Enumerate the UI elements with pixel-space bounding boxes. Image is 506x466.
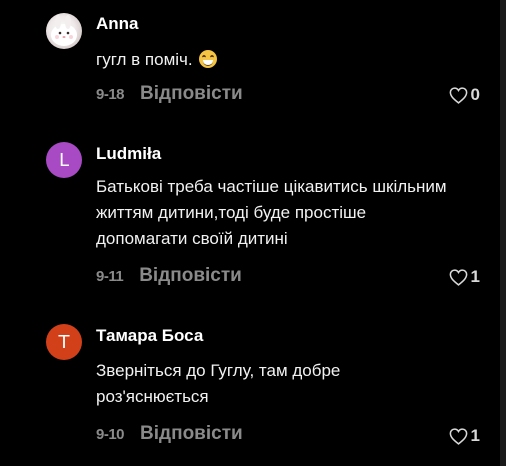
like-button[interactable]: 0 <box>449 85 480 105</box>
comment-text: Зверніться до Гуглу, там добре роз'яснює… <box>96 358 496 410</box>
heart-outline-icon <box>449 86 467 104</box>
comment-author[interactable]: Ludmiła <box>96 144 161 164</box>
reply-button[interactable]: Відповісти <box>139 265 242 287</box>
comment-text-line: роз'яснюється <box>96 387 209 406</box>
comment-date: 9-10 <box>96 425 125 443</box>
comment-item: Т Тамара Боса Зверніться до Гуглу, там д… <box>0 300 500 466</box>
like-count: 1 <box>470 267 480 286</box>
comment-date: 9-11 <box>96 267 124 285</box>
comment-text-line: життям дитини,тоді буде простіше <box>96 203 367 222</box>
like-count: 0 <box>470 85 480 104</box>
comment-text: Батькові треба частіше цікавитись шкільн… <box>96 174 496 252</box>
comment-meta: 9-10 Відповісти <box>96 423 243 445</box>
comment-date: 9-18 <box>96 85 125 103</box>
heart-outline-icon <box>449 427 467 445</box>
comment-text-content: гугл в поміч. <box>96 50 193 69</box>
avatar-letter: Т <box>58 331 70 353</box>
comment-item: L Ludmiła Батькові треба частіше цікавит… <box>0 120 500 300</box>
comment-text-line: Батькові треба частіше цікавитись шкільн… <box>96 177 447 196</box>
comment-author[interactable]: Anna <box>96 14 139 34</box>
comment-text: гугл в поміч. <box>96 47 496 73</box>
comment-text-line: допомагати своїй дитині <box>96 229 288 248</box>
scrollbar[interactable] <box>500 0 506 466</box>
avatar[interactable] <box>46 13 82 49</box>
heart-outline-icon <box>449 268 467 286</box>
grinning-face-emoji-icon <box>199 50 218 68</box>
comment-text-line: Зверніться до Гуглу, там добре <box>96 361 341 380</box>
comment-meta: 9-18 Відповісти <box>96 83 243 105</box>
like-count: 1 <box>470 426 480 445</box>
avatar-letter: L <box>58 149 70 171</box>
comment-item: Anna гугл в поміч. 9-18 Відповісти 0 <box>0 0 500 120</box>
like-button[interactable]: 1 <box>449 267 480 287</box>
comment-meta: 9-11 Відповісти <box>96 265 242 287</box>
reply-button[interactable]: Відповісти <box>140 83 243 105</box>
avatar[interactable]: Т <box>46 324 82 360</box>
avatar[interactable]: L <box>46 142 82 178</box>
reply-button[interactable]: Відповісти <box>140 423 243 445</box>
comment-author[interactable]: Тамара Боса <box>96 326 203 346</box>
avatar-photo-image <box>51 15 77 46</box>
like-button[interactable]: 1 <box>449 426 480 446</box>
